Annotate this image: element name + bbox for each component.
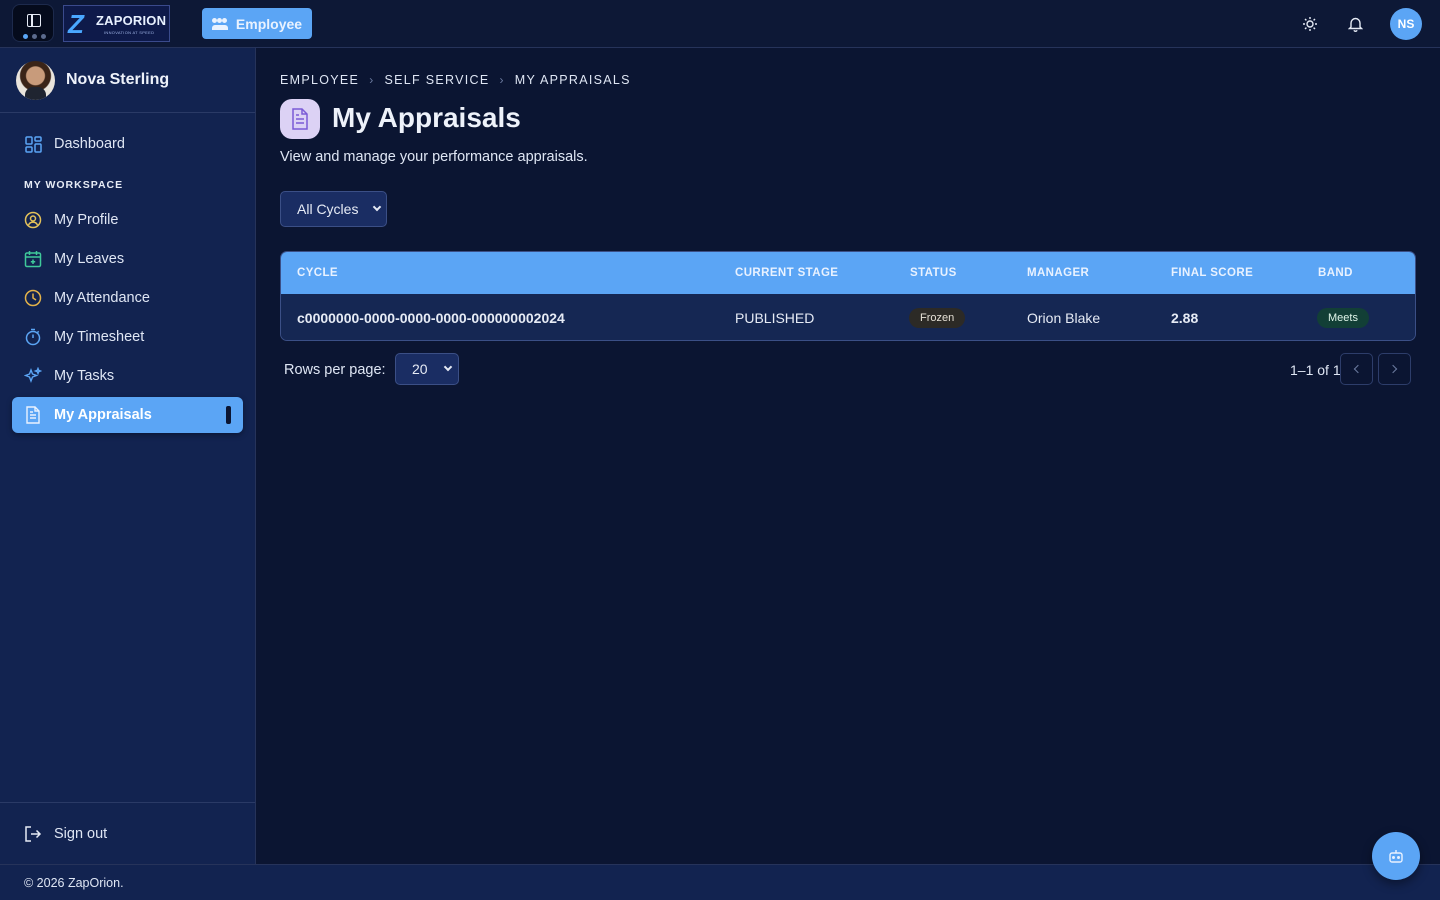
sidebar-item-my-timesheet[interactable]: My Timesheet: [12, 319, 243, 355]
section-label: MY WORKSPACE: [24, 179, 124, 191]
dots-indicator: [23, 34, 46, 39]
logo-mark-icon: Z: [68, 9, 84, 39]
copyright-text: © 2026 ZapOrion.: [24, 876, 124, 890]
sidebar-item-my-tasks[interactable]: My Tasks: [12, 358, 243, 394]
sidebar-item-my-attendance[interactable]: My Attendance: [12, 280, 243, 316]
chevron-right-icon: [1388, 364, 1398, 374]
cell-stage: PUBLISHED: [735, 310, 815, 326]
page-document-icon: [280, 99, 320, 139]
sidebar-item-label: My Profile: [54, 212, 119, 228]
chevron-right-icon: ›: [499, 73, 505, 87]
chevron-right-icon: ›: [369, 73, 375, 87]
band-badge: Meets: [1317, 308, 1369, 328]
cycle-filter-value: All Cycles: [297, 201, 359, 217]
cell-cycle: c0000000-0000-0000-0000-000000002024: [297, 310, 565, 326]
breadcrumb-item-employee[interactable]: EMPLOYEE: [280, 73, 359, 87]
sidebar-item-label: My Attendance: [54, 290, 150, 306]
cell-manager: Orion Blake: [1027, 310, 1101, 326]
sidebar-item-label: My Leaves: [54, 251, 125, 267]
page-title: My Appraisals: [332, 102, 521, 133]
breadcrumb-item-self-service[interactable]: SELF SERVICE: [384, 73, 489, 87]
user-block: Nova Sterling: [0, 48, 255, 113]
next-page-button[interactable]: [1378, 353, 1411, 385]
active-marker: [226, 406, 231, 424]
sun-icon[interactable]: [1300, 14, 1320, 34]
breadcrumb-item-my-appraisals: MY APPRAISALS: [514, 73, 631, 87]
grid-icon: [24, 135, 42, 153]
sidebar: Nova Sterling Dashboard MY WORKSPACE My …: [0, 48, 256, 864]
column-header-status[interactable]: STATUS: [910, 267, 957, 279]
column-header-final-score[interactable]: FINAL SCORE: [1171, 267, 1253, 279]
appraisals-table: CYCLE CURRENT STAGE STATUS MANAGER FINAL…: [280, 251, 1416, 341]
sign-out-label: Sign out: [54, 826, 108, 842]
column-header-band[interactable]: BAND: [1318, 267, 1353, 279]
user-circle-icon: [24, 211, 42, 229]
sparkles-icon: [24, 367, 42, 385]
top-bar: Z ZAPORION INNOVATION AT SPEED Employee …: [0, 0, 1440, 48]
status-badge: Frozen: [909, 308, 966, 328]
sign-out-button[interactable]: Sign out: [12, 816, 243, 852]
sidebar-item-label: My Appraisals: [54, 407, 152, 423]
bell-icon[interactable]: [1345, 14, 1365, 34]
logo-tagline: INNOVATION AT SPEED: [104, 30, 155, 35]
logo-brand: ZAPORION: [96, 13, 167, 28]
calendar-plus-icon: [24, 250, 42, 268]
document-icon: [24, 406, 42, 424]
chevron-down-icon: [372, 202, 382, 212]
assistant-bot-button[interactable]: [1372, 832, 1420, 880]
panel-toggle-icon: [27, 14, 41, 27]
rows-per-page-select[interactable]: 20: [395, 353, 459, 385]
sidebar-toggle-button[interactable]: [12, 4, 54, 42]
sidebar-item-my-leaves[interactable]: My Leaves: [12, 241, 243, 277]
bot-icon: [1389, 850, 1403, 863]
chevron-left-icon: [1353, 364, 1363, 374]
sidebar-item-label: My Tasks: [54, 368, 115, 384]
sidebar-item-my-appraisals[interactable]: My Appraisals: [12, 397, 243, 433]
table-header: CYCLE CURRENT STAGE STATUS MANAGER FINAL…: [281, 252, 1415, 294]
stopwatch-icon: [24, 328, 42, 346]
people-icon: [211, 17, 228, 30]
user-name: Nova Sterling: [66, 71, 170, 88]
pagination-range: 1–1 of 1: [1290, 362, 1341, 378]
table-row[interactable]: c0000000-0000-0000-0000-000000002024 PUB…: [281, 294, 1415, 340]
sidebar-item-label: My Timesheet: [54, 329, 145, 345]
footer: © 2026 ZapOrion.: [0, 864, 1440, 900]
sign-out-icon: [24, 825, 42, 843]
cycle-filter-select[interactable]: All Cycles: [280, 191, 387, 227]
page-description: View and manage your performance apprais…: [280, 149, 588, 165]
previous-page-button[interactable]: [1340, 353, 1373, 385]
user-photo: [16, 61, 55, 100]
sidebar-bottom: Sign out: [0, 802, 255, 864]
sidebar-item-label: Dashboard: [54, 136, 125, 152]
sidebar-item-my-profile[interactable]: My Profile: [12, 202, 243, 238]
user-avatar-button[interactable]: NS: [1390, 8, 1422, 40]
column-header-cycle[interactable]: CYCLE: [297, 267, 338, 279]
role-label: Employee: [235, 15, 303, 32]
column-header-manager[interactable]: MANAGER: [1027, 267, 1089, 279]
sidebar-item-dashboard[interactable]: Dashboard: [12, 126, 243, 162]
cell-final-score: 2.88: [1171, 310, 1199, 326]
rows-per-page-value: 20: [412, 361, 428, 377]
chevron-down-icon: [443, 362, 453, 372]
column-header-current-stage[interactable]: CURRENT STAGE: [735, 267, 838, 279]
breadcrumb: EMPLOYEE › SELF SERVICE › MY APPRAISALS: [280, 73, 631, 87]
clock-icon: [24, 289, 42, 307]
rows-per-page-label: Rows per page:: [284, 362, 386, 378]
role-switch-button[interactable]: Employee: [202, 8, 312, 39]
app-logo[interactable]: Z ZAPORION INNOVATION AT SPEED: [63, 5, 170, 42]
